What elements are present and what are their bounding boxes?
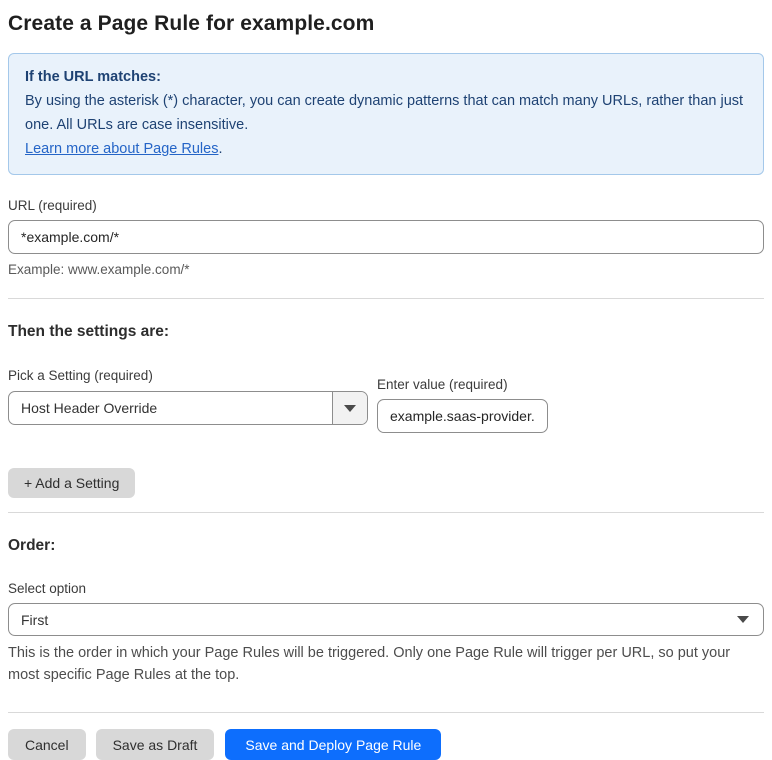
setting-value-input[interactable] bbox=[377, 399, 548, 433]
create-page-rule-form: Create a Page Rule for example.com If th… bbox=[0, 0, 772, 760]
info-box-link-line: Learn more about Page Rules. bbox=[25, 137, 747, 161]
order-select-value: First bbox=[21, 611, 49, 628]
settings-section-heading: Then the settings are: bbox=[8, 323, 170, 340]
order-helper-text: This is the order in which your Page Rul… bbox=[8, 645, 731, 683]
form-actions: Cancel Save as Draft Save and Deploy Pag… bbox=[8, 729, 764, 760]
caret-down-icon bbox=[344, 404, 356, 412]
pick-setting-group: Pick a Setting (required) Host Header Ov… bbox=[8, 368, 368, 425]
settings-row: Pick a Setting (required) Host Header Ov… bbox=[8, 368, 764, 433]
enter-value-label: Enter value (required) bbox=[377, 377, 508, 392]
add-setting-button[interactable]: + Add a Setting bbox=[8, 468, 136, 498]
url-field-label: URL (required) bbox=[8, 198, 97, 213]
url-example-helper: Example: www.example.com/* bbox=[8, 262, 190, 277]
divider bbox=[8, 712, 764, 713]
order-select[interactable]: First bbox=[8, 603, 764, 636]
pick-setting-label: Pick a Setting (required) bbox=[8, 368, 153, 383]
enter-value-group: Enter value (required) bbox=[377, 377, 548, 433]
save-and-deploy-button[interactable]: Save and Deploy Page Rule bbox=[225, 729, 442, 760]
save-as-draft-button[interactable]: Save as Draft bbox=[95, 729, 215, 760]
caret-down-icon bbox=[737, 616, 763, 623]
learn-more-link[interactable]: Learn more about Page Rules bbox=[25, 141, 218, 157]
url-input[interactable] bbox=[8, 220, 764, 254]
setting-select-value: Host Header Override bbox=[21, 400, 158, 416]
url-matches-info-box: If the URL matches: By using the asteris… bbox=[8, 53, 764, 175]
divider bbox=[8, 512, 764, 513]
link-suffix-period: . bbox=[218, 141, 223, 157]
divider bbox=[8, 298, 764, 299]
info-box-heading: If the URL matches: bbox=[25, 69, 161, 85]
order-section-heading: Order: bbox=[8, 537, 56, 554]
setting-select[interactable]: Host Header Override bbox=[8, 391, 368, 425]
page-title: Create a Page Rule for example.com bbox=[8, 12, 375, 35]
info-box-body: By using the asterisk (*) character, you… bbox=[25, 93, 744, 133]
setting-select-arrow-button[interactable] bbox=[332, 392, 367, 424]
cancel-button[interactable]: Cancel bbox=[8, 729, 86, 760]
order-select-label: Select option bbox=[8, 581, 87, 596]
